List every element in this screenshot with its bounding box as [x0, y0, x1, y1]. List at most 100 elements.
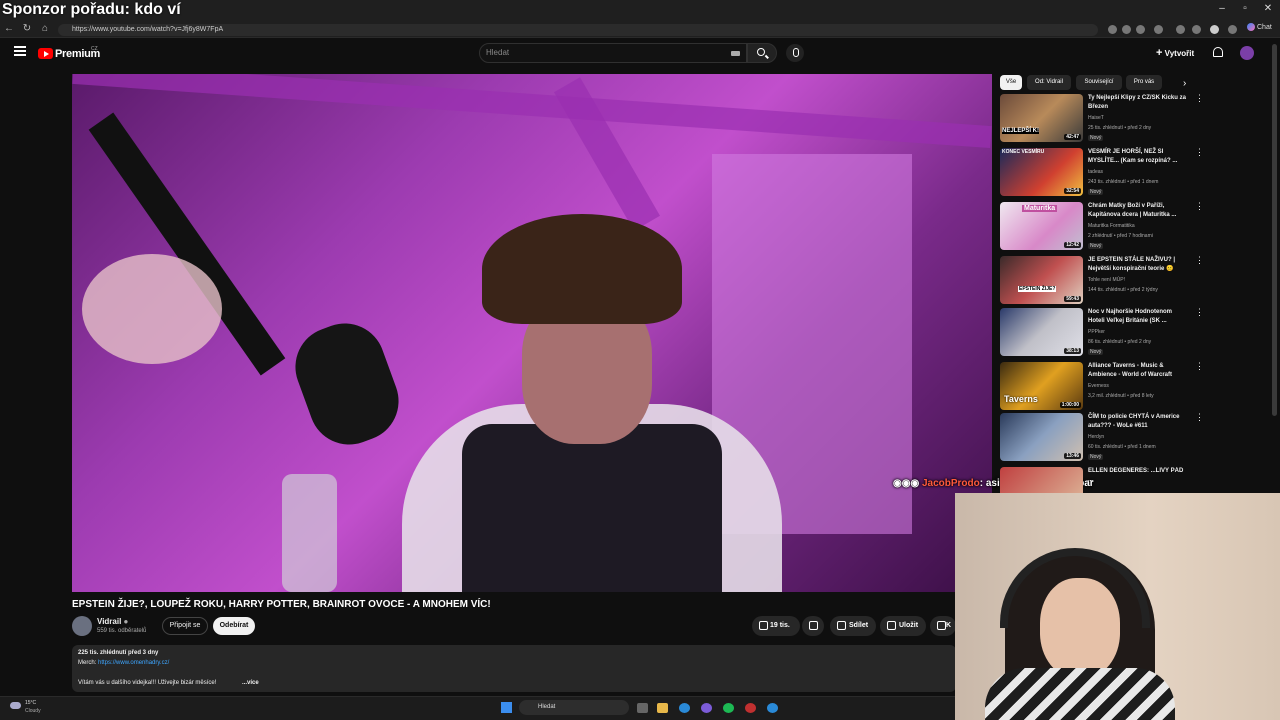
- recommended-video[interactable]: NEJLEPŠÍ K! 42:47 Ty Nejlepší Klipy z CZ/…: [1000, 94, 1204, 144]
- recommended-title[interactable]: JE EPSTEIN STÁLE NAŽIVU? | Největší kons…: [1088, 256, 1188, 274]
- hamburger-menu-icon[interactable]: [14, 46, 26, 56]
- recommended-video[interactable]: 13:46 ČÍM to policie CHYTÁ v Americe aut…: [1000, 413, 1204, 463]
- recommended-video[interactable]: 38:13 Noc v Najhoršie Hodnotenom Hoteli …: [1000, 308, 1204, 358]
- extension-icon[interactable]: [1176, 25, 1185, 34]
- chevron-right-icon[interactable]: ›: [1183, 78, 1186, 89]
- extension-icon[interactable]: [1108, 25, 1117, 34]
- weather-description[interactable]: Cloudy: [25, 708, 41, 714]
- more-vert-icon[interactable]: ⋮: [1195, 308, 1204, 317]
- more-vert-icon[interactable]: ⋮: [1195, 413, 1204, 422]
- recommended-video[interactable]: Maturitka 12:42 Chrám Matky Boží v Paříži…: [1000, 202, 1204, 252]
- youtube-logo-icon[interactable]: [38, 48, 53, 59]
- video-title: EPSTEIN ŽIJE?, LOUPEŽ ROKU, HARRY POTTER…: [72, 599, 491, 610]
- recommended-title[interactable]: VESMÍR JE HORŠÍ, NEŽ SI MYSLÍTE... (Kam …: [1088, 148, 1188, 166]
- channel-name[interactable]: Vidrail ●: [97, 617, 128, 626]
- stream-overlay-title: Sponzor pořadu: kdo ví: [2, 1, 181, 18]
- save-button[interactable]: Uložit: [880, 616, 926, 636]
- weather-temperature[interactable]: 15°C: [25, 700, 36, 706]
- video-thumbnail[interactable]: EPSTEIN ŽIJE? 59:43: [1000, 256, 1083, 304]
- recommended-video[interactable]: ELLEN DEGENERES: ...LIVÝ PÁD ... ⋮: [1000, 467, 1190, 493]
- chip-all[interactable]: Vše: [1000, 75, 1022, 90]
- new-badge: Nový: [1088, 454, 1104, 460]
- recommended-title[interactable]: Chrám Matky Boží v Paříži, Kapitánova dc…: [1088, 202, 1188, 220]
- dislike-button[interactable]: [802, 616, 824, 636]
- back-icon[interactable]: ←: [2, 23, 16, 34]
- recommended-channel[interactable]: Maturitka Formatitika: [1088, 223, 1135, 229]
- edge-browser-icon[interactable]: [767, 703, 778, 713]
- create-button[interactable]: + Vytvořit: [1156, 47, 1194, 59]
- recommended-title[interactable]: Alliance Taverns - Music & Ambience - Wo…: [1088, 362, 1188, 380]
- subscribe-button[interactable]: Odebírat: [213, 617, 255, 635]
- copilot-chat-button[interactable]: Chat: [1247, 23, 1272, 31]
- page-scrollbar[interactable]: [1272, 44, 1277, 416]
- recommended-channel[interactable]: PPPker: [1088, 329, 1105, 335]
- taskbar-search[interactable]: Hledat: [519, 700, 629, 715]
- recommended-title[interactable]: ČÍM to policie CHYTÁ v Americe auta??? -…: [1088, 413, 1188, 431]
- like-count: 19 tis.: [770, 622, 790, 629]
- account-avatar[interactable]: [1240, 46, 1254, 60]
- search-input[interactable]: Hledat: [479, 43, 747, 63]
- join-button[interactable]: Připojit se: [162, 617, 208, 635]
- recommended-channel[interactable]: Tohle není MÚP!: [1088, 277, 1125, 283]
- recommended-video[interactable]: KONEC VESMÍRU 32:54 VESMÍR JE HORŠÍ, NEŽ …: [1000, 148, 1204, 198]
- recommended-meta: 60 tis. zhlédnutí • před 1 dnem: [1088, 444, 1156, 450]
- video-player[interactable]: [72, 74, 992, 592]
- favorites-icon[interactable]: [1192, 25, 1201, 34]
- chip-for-you[interactable]: Pro vás: [1126, 75, 1162, 90]
- maximize-icon[interactable]: ▫: [1236, 3, 1254, 14]
- recommended-channel[interactable]: Herdyn: [1088, 434, 1104, 440]
- notifications-bell-icon[interactable]: [1213, 47, 1223, 57]
- obs-icon[interactable]: [745, 703, 756, 713]
- recommended-title[interactable]: ELLEN DEGENERES: ...LIVÝ PÁD ...: [1088, 467, 1188, 485]
- video-thumbnail[interactable]: 13:46: [1000, 413, 1083, 461]
- edge-browser-icon[interactable]: [679, 703, 690, 713]
- url-field[interactable]: https://www.youtube.com/watch?v=Jfj6y8W7…: [58, 24, 1098, 36]
- discord-icon[interactable]: [701, 703, 712, 713]
- channel-avatar[interactable]: [72, 616, 92, 636]
- home-icon[interactable]: ⌂: [38, 23, 52, 34]
- minimize-icon[interactable]: –: [1213, 3, 1231, 14]
- recommended-title[interactable]: Noc v Najhoršie Hodnotenom Hoteli Veľkej…: [1088, 308, 1188, 326]
- video-thumbnail[interactable]: NEJLEPŠÍ K! 42:47: [1000, 94, 1083, 142]
- extension-icon[interactable]: [1154, 25, 1163, 34]
- more-icon[interactable]: [1228, 25, 1237, 34]
- cloud-icon[interactable]: [10, 702, 21, 709]
- keyboard-icon[interactable]: [731, 51, 740, 56]
- recommended-channel[interactable]: tadeas: [1088, 169, 1103, 175]
- recommended-channel[interactable]: HaiseT: [1088, 115, 1104, 121]
- video-thumbnail[interactable]: KONEC VESMÍRU 32:54: [1000, 148, 1083, 196]
- more-vert-icon[interactable]: ⋮: [1195, 256, 1204, 265]
- like-button[interactable]: 19 tis.: [752, 616, 800, 636]
- extension-icon[interactable]: [1122, 25, 1131, 34]
- hat-shape: [482, 214, 682, 324]
- more-vert-icon[interactable]: ⋮: [1195, 202, 1204, 211]
- spotify-icon[interactable]: [723, 703, 734, 713]
- voice-search-mic-icon[interactable]: [786, 44, 804, 62]
- channel-name-text[interactable]: Vidrail: [97, 617, 121, 626]
- recommended-video[interactable]: EPSTEIN ŽIJE? 59:43 JE EPSTEIN STÁLE NAŽI…: [1000, 256, 1204, 306]
- task-view-icon[interactable]: [637, 703, 648, 713]
- recommended-channel[interactable]: Everness: [1088, 383, 1109, 389]
- share-button[interactable]: Sdílet: [830, 616, 876, 636]
- video-thumbnail[interactable]: Maturitka 12:42: [1000, 202, 1083, 250]
- clip-button[interactable]: K: [930, 616, 956, 636]
- recommended-title[interactable]: Ty Nejlepší Klipy z CZ/SK Kicku za Březe…: [1088, 94, 1188, 112]
- merch-link[interactable]: https://www.omenhadry.cz/: [98, 660, 169, 666]
- recommended-video[interactable]: Taverns 1:00:00 Alliance Taverns - Music …: [1000, 362, 1204, 412]
- video-thumbnail[interactable]: [1000, 467, 1083, 493]
- show-more-button[interactable]: ...více: [242, 680, 259, 686]
- more-vert-icon[interactable]: ⋮: [1195, 94, 1204, 103]
- windows-start-icon[interactable]: [501, 702, 512, 713]
- more-vert-icon[interactable]: ⋮: [1195, 148, 1204, 157]
- favorite-star-icon[interactable]: [1136, 25, 1145, 34]
- more-vert-icon[interactable]: ⋮: [1195, 362, 1204, 371]
- close-window-icon[interactable]: ✕: [1259, 3, 1277, 14]
- video-thumbnail[interactable]: Taverns 1:00:00: [1000, 362, 1083, 410]
- search-button[interactable]: [747, 43, 777, 63]
- chip-from-channel[interactable]: Od: Vidrail: [1027, 75, 1071, 90]
- video-thumbnail[interactable]: 38:13: [1000, 308, 1083, 356]
- chip-related[interactable]: Související: [1076, 75, 1122, 90]
- file-explorer-icon[interactable]: [657, 703, 668, 713]
- profile-icon[interactable]: [1210, 25, 1219, 34]
- reload-icon[interactable]: ↻: [20, 23, 34, 34]
